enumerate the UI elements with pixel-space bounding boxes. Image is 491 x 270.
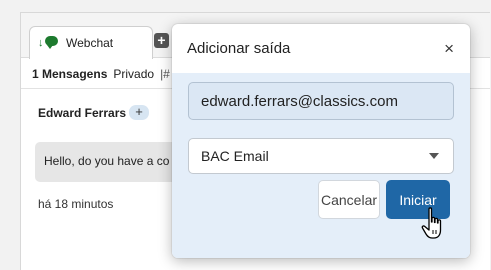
sender-row: Edward Ferrars + [38, 105, 150, 120]
message-text: Hello, do you have a co [44, 154, 170, 168]
close-icon[interactable]: × [444, 40, 454, 57]
webchat-icon: ↓ [38, 36, 60, 50]
chevron-down-icon [429, 153, 439, 159]
add-tab-button[interactable]: + [154, 33, 169, 48]
dialog-title: Adicionar saída [187, 40, 291, 57]
hand-pointer-icon [421, 207, 442, 239]
channel-selected-value: BAC Email [201, 148, 269, 164]
tab-webchat-label: Webchat [66, 36, 114, 50]
dialog-header: Adicionar saída × [172, 24, 470, 73]
visibility-label: Privado [113, 66, 155, 81]
tab-webchat[interactable]: ↓ Webchat [29, 26, 153, 59]
meta-separator: |# [160, 66, 170, 81]
message-timestamp: há 18 minutos [38, 197, 114, 211]
add-participant-button[interactable]: + [129, 105, 150, 120]
message-count: 1 Mensagens [32, 66, 108, 81]
channel-select[interactable]: BAC Email [188, 138, 454, 174]
email-value: edward.ferrars@classics.com [201, 92, 398, 110]
cancel-button[interactable]: Cancelar [318, 180, 380, 219]
sender-name: Edward Ferrars [38, 105, 127, 120]
email-field[interactable]: edward.ferrars@classics.com [188, 82, 454, 120]
